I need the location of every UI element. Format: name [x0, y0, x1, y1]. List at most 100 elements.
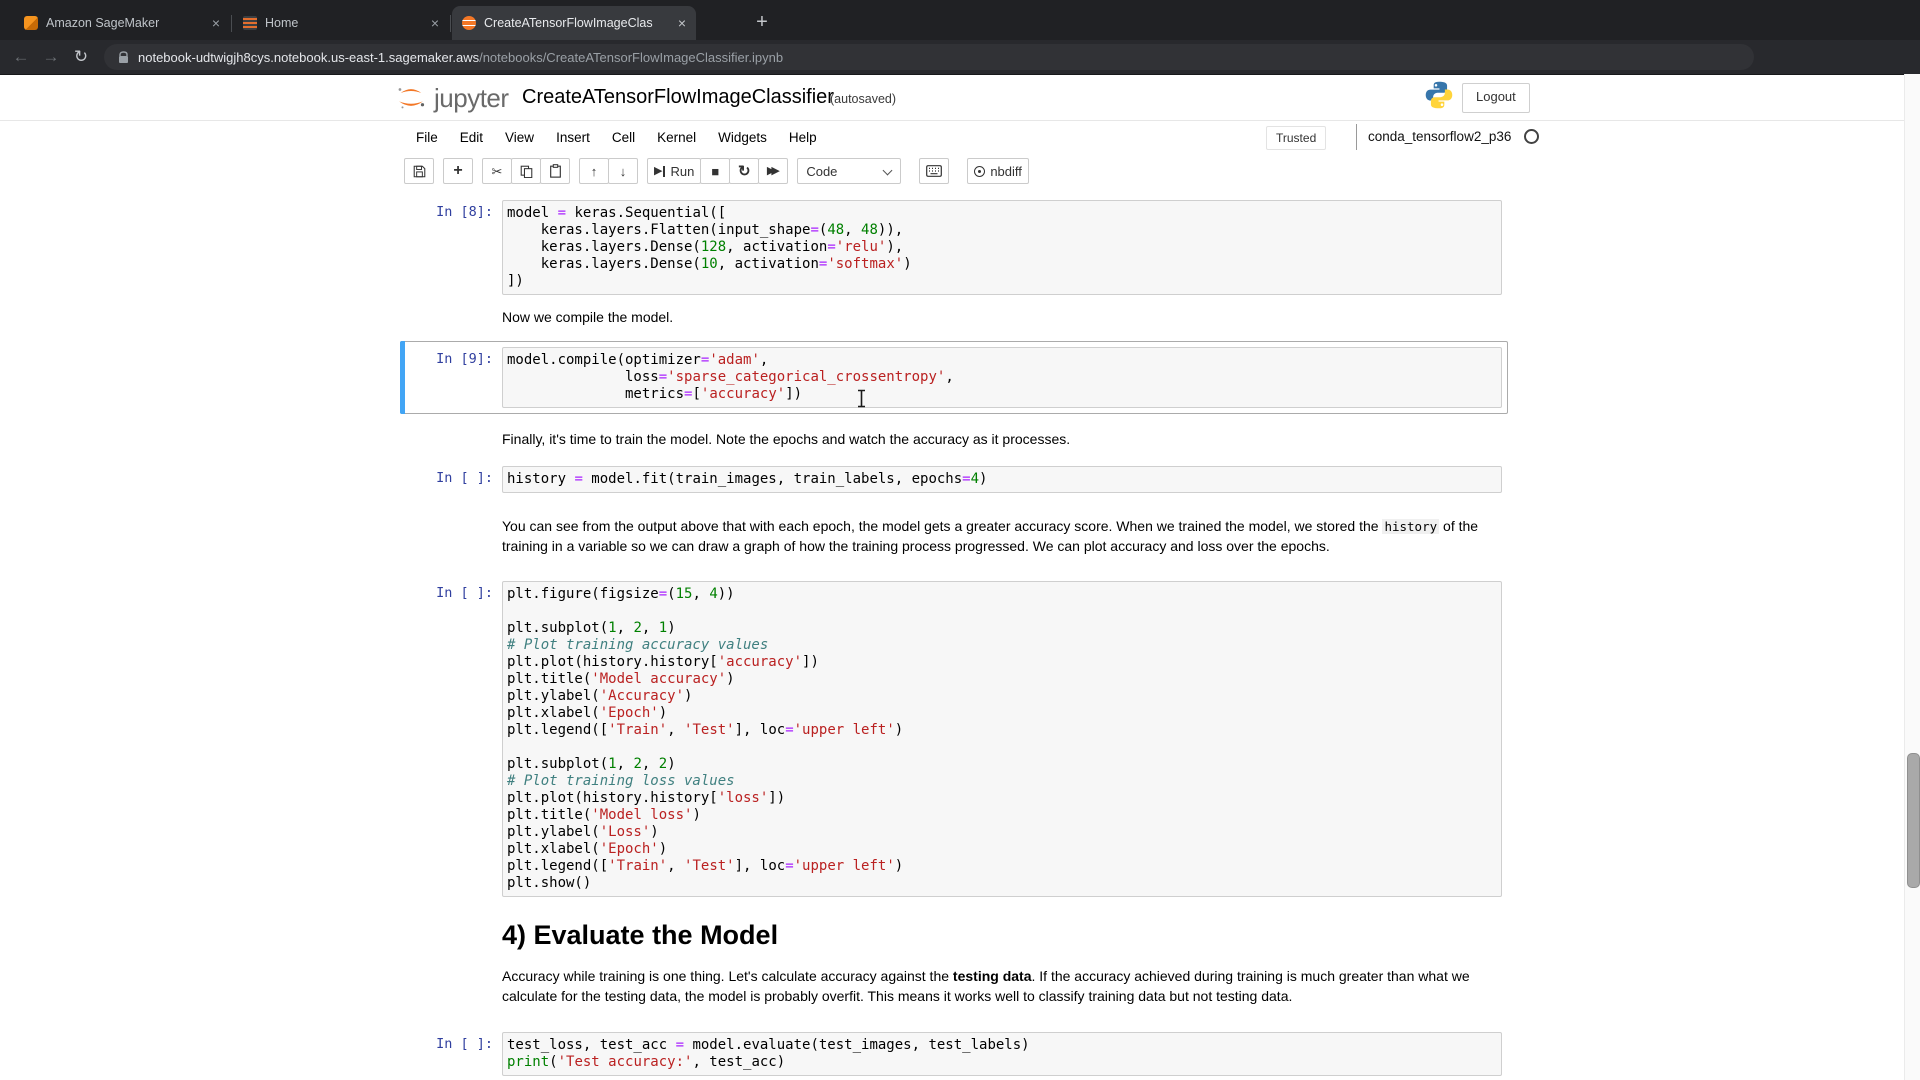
- code-line: plt.figure(figsize=(15, 4)): [507, 586, 1497, 603]
- kernel-name[interactable]: conda_tensorflow2_p36: [1368, 129, 1511, 144]
- tabs-container: Amazon SageMaker×Home×CreateATensorFlowI…: [14, 6, 696, 40]
- sagemaker-favicon-icon: [24, 16, 38, 30]
- code-line: # Plot training loss values: [507, 773, 1497, 790]
- menu-item-widgets[interactable]: Widgets: [707, 130, 778, 145]
- cell-input[interactable]: test_loss, test_acc = model.evaluate(tes…: [502, 1032, 1502, 1076]
- code-cell[interactable]: In [8]:model = keras.Sequential([ keras.…: [400, 194, 1508, 301]
- reload-button[interactable]: ↻: [66, 47, 96, 67]
- code-line: plt.subplot(1, 2, 2): [507, 756, 1497, 773]
- selected-cell-bar: [400, 341, 405, 414]
- code-line: keras.layers.Flatten(input_shape=(48, 48…: [507, 222, 1497, 239]
- cell-prompt: In [ ]:: [406, 1032, 502, 1076]
- run-button[interactable]: ▶Run: [647, 158, 701, 184]
- move-cell-up-button[interactable]: ↑: [579, 158, 609, 184]
- menu-item-help[interactable]: Help: [778, 130, 828, 145]
- cell-type-value: Code: [806, 164, 837, 179]
- cell-input[interactable]: plt.figure(figsize=(15, 4)) plt.subplot(…: [502, 581, 1502, 897]
- tab-separator: [231, 15, 232, 32]
- copy-cells-button[interactable]: [511, 158, 541, 184]
- code-line: print('Test accuracy:', test_acc): [507, 1054, 1497, 1071]
- code-line: plt.xlabel('Epoch'): [507, 841, 1497, 858]
- code-line: [507, 603, 1497, 620]
- nbdiff-button[interactable]: nbdiff: [967, 158, 1029, 184]
- toolbar-group: ▶Run■↻▶▶: [647, 158, 788, 184]
- jupyter-logo[interactable]: jupyter: [394, 81, 509, 115]
- menu-item-insert[interactable]: Insert: [545, 130, 601, 145]
- cut-cells-button[interactable]: ✂: [482, 158, 512, 184]
- code-line: plt.xlabel('Epoch'): [507, 705, 1497, 722]
- browser-tab-1[interactable]: Amazon SageMaker×: [14, 6, 230, 40]
- url-path: /notebooks/CreateATensorFlowImageClassif…: [479, 50, 783, 65]
- markdown-cell[interactable]: Now we compile the model.: [502, 308, 1502, 328]
- add-cell-button[interactable]: +: [443, 158, 473, 184]
- menu-item-cell[interactable]: Cell: [601, 130, 646, 145]
- forward-button[interactable]: →: [36, 47, 66, 67]
- code-line: plt.legend(['Train', 'Test'], loc='upper…: [507, 858, 1497, 875]
- browser-tab-2[interactable]: Home ×: [233, 6, 449, 40]
- browser-tab-3[interactable]: CreateATensorFlowImageClas×: [452, 6, 696, 40]
- markdown-cell[interactable]: You can see from the output above that w…: [502, 517, 1502, 556]
- toolbar-group: ✂: [482, 158, 570, 184]
- code-line: plt.legend(['Train', 'Test'], loc='upper…: [507, 722, 1497, 739]
- code-line: keras.layers.Dense(10, activation='softm…: [507, 256, 1497, 273]
- url-host: notebook-udtwigjh8cys.notebook.us-east-1…: [138, 50, 479, 65]
- toolbar-group: ↑↓: [579, 158, 638, 184]
- home-favicon-icon: [243, 16, 257, 30]
- tab-title: Home: [265, 16, 298, 30]
- cell-prompt: In [9]:: [406, 347, 502, 408]
- menu-item-file[interactable]: File: [405, 130, 449, 145]
- cell-input[interactable]: history = model.fit(train_images, train_…: [502, 466, 1502, 493]
- nbdiff-icon: [974, 166, 985, 177]
- keyboard-icon: [926, 165, 942, 177]
- cell-prompt: In [ ]:: [406, 466, 502, 493]
- lock-icon: [118, 51, 129, 64]
- tab-close-icon[interactable]: ×: [204, 16, 220, 30]
- code-line: history = model.fit(train_images, train_…: [507, 471, 1497, 488]
- code-cell[interactable]: In [ ]:test_loss, test_acc = model.evalu…: [400, 1026, 1508, 1080]
- save-button[interactable]: [404, 158, 434, 184]
- interrupt-kernel-button[interactable]: ■: [700, 158, 730, 184]
- restart-run-all-button[interactable]: ▶▶: [758, 158, 788, 184]
- kernel-separator: [1356, 124, 1357, 150]
- restart-kernel-button[interactable]: ↻: [729, 158, 759, 184]
- address-bar[interactable]: notebook-udtwigjh8cys.notebook.us-east-1…: [104, 44, 1754, 70]
- jupyter-menubar: FileEditViewInsertCellKernelWidgetsHelp …: [0, 121, 1920, 155]
- code-line: keras.layers.Dense(128, activation='relu…: [507, 239, 1497, 256]
- back-button[interactable]: ←: [6, 47, 36, 67]
- move-cell-down-button[interactable]: ↓: [608, 158, 638, 184]
- new-tab-button[interactable]: +: [748, 9, 776, 37]
- code-line: model = keras.Sequential([: [507, 205, 1497, 222]
- logout-button[interactable]: Logout: [1462, 83, 1530, 113]
- page-scrollbar[interactable]: [1904, 74, 1920, 1080]
- section-heading[interactable]: 4) Evaluate the Model: [502, 920, 778, 951]
- code-line: loss='sparse_categorical_crossentropy',: [507, 369, 1497, 386]
- cell-type-select[interactable]: Code: [797, 158, 901, 184]
- command-palette-button[interactable]: [919, 158, 949, 184]
- code-line: plt.plot(history.history['loss']): [507, 790, 1497, 807]
- tab-close-icon[interactable]: ×: [423, 16, 439, 30]
- tab-close-icon[interactable]: ×: [670, 16, 686, 30]
- browser-window: Amazon SageMaker×Home×CreateATensorFlowI…: [0, 0, 1920, 1080]
- notebook-title[interactable]: CreateATensorFlowImageClassifier: [522, 86, 834, 109]
- trusted-badge[interactable]: Trusted: [1266, 126, 1326, 150]
- cell-prompt: In [ ]:: [406, 581, 502, 897]
- menu-item-view[interactable]: View: [494, 130, 545, 145]
- paste-cells-button[interactable]: [540, 158, 570, 184]
- code-line: plt.title('Model accuracy'): [507, 671, 1497, 688]
- python-kernel-icon: [1424, 80, 1454, 115]
- markdown-cell[interactable]: Finally, it's time to train the model. N…: [502, 430, 1502, 450]
- code-cell[interactable]: In [ ]:plt.figure(figsize=(15, 4)) plt.s…: [400, 575, 1508, 903]
- menu-item-kernel[interactable]: Kernel: [646, 130, 707, 145]
- browser-toolbar: ← → ↻ notebook-udtwigjh8cys.notebook.us-…: [0, 40, 1920, 75]
- markdown-cell[interactable]: Accuracy while training is one thing. Le…: [502, 967, 1502, 1006]
- scrollbar-thumb[interactable]: [1907, 753, 1920, 888]
- cell-input[interactable]: model.compile(optimizer='adam', loss='sp…: [502, 347, 1502, 408]
- cell-input[interactable]: model = keras.Sequential([ keras.layers.…: [502, 200, 1502, 295]
- code-line: plt.ylabel('Loss'): [507, 824, 1497, 841]
- kernel-idle-icon: [1524, 129, 1539, 144]
- code-line: ]): [507, 273, 1497, 290]
- cell-prompt: In [8]:: [406, 200, 502, 295]
- code-cell[interactable]: In [ ]: history = model.fit(train_images,…: [400, 460, 1508, 499]
- menu-item-edit[interactable]: Edit: [449, 130, 494, 145]
- code-cell[interactable]: In [9]:model.compile(optimizer='adam', l…: [400, 341, 1508, 414]
